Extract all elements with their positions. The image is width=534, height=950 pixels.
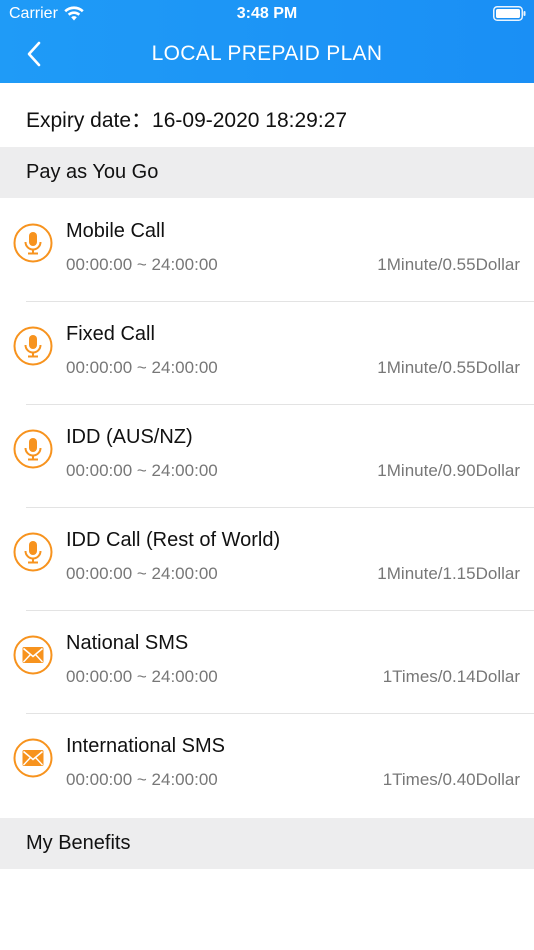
clock: 3:48 PM — [236, 5, 298, 22]
list-item[interactable]: Mobile Call 00:00:00 ~ 24:00:00 1Minute/… — [0, 199, 534, 302]
list-item[interactable]: Fixed Call 00:00:00 ~ 24:00:00 1Minute/0… — [0, 302, 534, 405]
item-name: IDD Call (Rest of World) — [66, 529, 281, 551]
microphone-icon — [13, 532, 53, 572]
item-time-range: 00:00:00 ~ 24:00:00 — [66, 667, 218, 686]
item-time-range: 00:00:00 ~ 24:00:00 — [66, 770, 218, 789]
section-title: Pay as You Go — [26, 161, 159, 183]
item-rate: 1Minute/0.55Dollar — [377, 255, 520, 274]
status-bar: Carrier 3:48 PM — [0, 0, 534, 28]
item-time-range: 00:00:00 ~ 24:00:00 — [66, 461, 218, 480]
microphone-icon — [13, 326, 53, 366]
microphone-icon — [13, 429, 53, 469]
microphone-icon — [13, 223, 53, 263]
item-rate: 1Minute/0.90Dollar — [377, 461, 520, 480]
expiry-row: Expiry date：16-09-2020 18:29:27 — [0, 83, 534, 147]
envelope-icon — [13, 738, 53, 778]
section-header-pay-as-you-go: Pay as You Go — [0, 147, 534, 198]
navigation-bar: Carrier 3:48 PM LOCAL PREPAID PLAN — [0, 0, 534, 83]
item-rate: 1Minute/0.55Dollar — [377, 358, 520, 377]
item-name: National SMS — [66, 632, 189, 654]
item-rate: 1Times/0.14Dollar — [382, 667, 520, 686]
envelope-icon — [13, 635, 53, 675]
item-time-range: 00:00:00 ~ 24:00:00 — [66, 255, 218, 274]
item-name: Fixed Call — [66, 323, 155, 345]
item-name: Mobile Call — [66, 220, 165, 242]
item-name: IDD (AUS/NZ) — [66, 426, 193, 448]
item-time-range: 00:00:00 ~ 24:00:00 — [66, 564, 218, 583]
battery-icon — [493, 6, 526, 21]
item-time-range: 00:00:00 ~ 24:00:00 — [66, 358, 218, 377]
item-rate: 1Times/0.40Dollar — [382, 770, 520, 789]
list-item[interactable]: IDD Call (Rest of World) 00:00:00 ~ 24:0… — [0, 508, 534, 611]
list-item[interactable]: International SMS 00:00:00 ~ 24:00:00 1T… — [0, 714, 534, 817]
list-item[interactable]: IDD (AUS/NZ) 00:00:00 ~ 24:00:00 1Minute… — [0, 405, 534, 508]
section-header-my-benefits: My Benefits — [0, 818, 534, 869]
item-rate: 1Minute/1.15Dollar — [377, 564, 520, 583]
rate-list: Mobile Call 00:00:00 ~ 24:00:00 1Minute/… — [0, 199, 534, 817]
expiry-date-label: Expiry date：16-09-2020 18:29:27 — [26, 109, 348, 132]
list-item[interactable]: National SMS 00:00:00 ~ 24:00:00 1Times/… — [0, 611, 534, 714]
page-title: LOCAL PREPAID PLAN — [151, 42, 383, 65]
item-name: International SMS — [66, 735, 225, 757]
section-title: My Benefits — [26, 832, 131, 854]
